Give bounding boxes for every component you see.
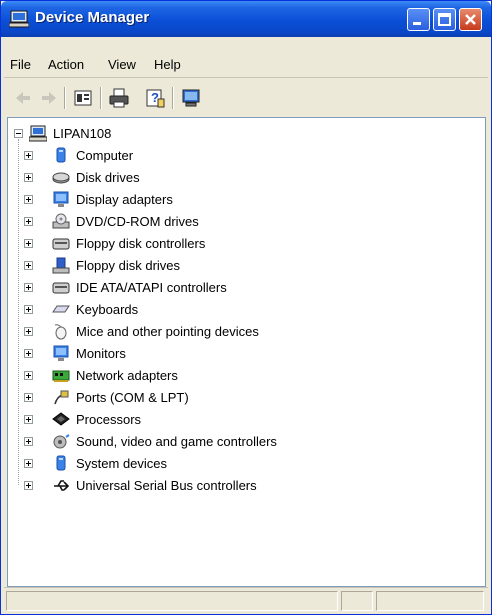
tree-item-label: Floppy disk controllers xyxy=(76,236,206,251)
toolbar-separator xyxy=(172,87,174,109)
help-icon[interactable]: ? xyxy=(144,87,166,109)
expand-toggle[interactable] xyxy=(24,261,33,270)
tree-root-label: LIPAN108 xyxy=(53,126,112,141)
expand-toggle[interactable] xyxy=(24,283,33,292)
usb-icon xyxy=(54,480,70,491)
tree-item-label: Monitors xyxy=(76,346,126,361)
sound-icon xyxy=(53,434,70,449)
tree-item-label: Sound, video and game controllers xyxy=(76,434,277,449)
toolbar-separator xyxy=(64,87,66,109)
tree-item-monitors[interactable]: Monitors xyxy=(12,343,312,363)
tree-item-label: Display adapters xyxy=(76,192,173,207)
menu-file[interactable]: File xyxy=(10,57,31,72)
system-device-icon xyxy=(56,455,66,471)
tree-item-label: Universal Serial Bus controllers xyxy=(76,478,257,493)
tree-item-network-adapters[interactable]: Network adapters xyxy=(12,365,312,385)
maximize-button[interactable] xyxy=(433,8,456,31)
tree-item-label: Network adapters xyxy=(76,368,178,383)
network-adapter-icon xyxy=(52,370,70,382)
keyboard-icon xyxy=(52,305,70,313)
computer-icon xyxy=(56,147,66,163)
tree-item-sound[interactable]: Sound, video and game controllers xyxy=(12,431,342,451)
tree-item-label: System devices xyxy=(76,456,168,471)
close-icon xyxy=(465,14,476,25)
toolbar: ? xyxy=(4,81,488,115)
status-pane xyxy=(376,591,484,611)
expand-toggle[interactable] xyxy=(24,217,33,226)
dvd-drive-icon xyxy=(52,213,70,229)
computer-icon xyxy=(29,125,47,142)
tree-item-floppy-controllers[interactable]: Floppy disk controllers xyxy=(12,233,312,253)
tree-item-display-adapters[interactable]: Display adapters xyxy=(12,189,312,209)
maximize-icon xyxy=(438,13,451,26)
device-icon[interactable] xyxy=(180,87,202,109)
tree-item-usb-controllers[interactable]: Universal Serial Bus controllers xyxy=(12,475,342,495)
title-bar[interactable]: Device Manager xyxy=(1,1,491,37)
menu-bar: File Action View Help xyxy=(4,52,488,78)
computer-icon xyxy=(9,10,29,28)
ide-controller-icon xyxy=(52,282,70,294)
tree-item-label: Keyboards xyxy=(76,302,139,317)
tree-item-floppy-drives[interactable]: Floppy disk drives xyxy=(12,255,312,275)
tree-item-label: Mice and other pointing devices xyxy=(76,324,259,339)
tree-root[interactable]: LIPAN108 xyxy=(12,123,212,143)
toolbar-separator xyxy=(100,87,102,109)
tree-item-keyboards[interactable]: Keyboards xyxy=(12,299,312,319)
properties-icon[interactable] xyxy=(72,87,94,109)
tree-item-label: Processors xyxy=(76,412,142,427)
monitor-icon xyxy=(53,345,69,361)
expand-toggle[interactable] xyxy=(24,349,33,358)
tree-item-processors[interactable]: Processors xyxy=(12,409,312,429)
tree-item-label: Computer xyxy=(76,148,134,163)
close-button[interactable] xyxy=(459,8,482,31)
display-adapter-icon xyxy=(53,191,69,207)
status-bar xyxy=(4,587,488,613)
tree-item-mice[interactable]: Mice and other pointing devices xyxy=(12,321,332,341)
expand-toggle[interactable] xyxy=(24,437,33,446)
tree-item-label: IDE ATA/ATAPI controllers xyxy=(76,280,227,295)
expand-toggle[interactable] xyxy=(24,195,33,204)
expand-toggle[interactable] xyxy=(24,173,33,182)
window-title: Device Manager xyxy=(35,9,150,26)
disk-drive-icon xyxy=(52,172,70,184)
print-icon[interactable] xyxy=(108,87,130,109)
tree-item-dvd-drives[interactable]: DVD/CD-ROM drives xyxy=(12,211,312,231)
expand-toggle[interactable] xyxy=(24,327,33,336)
expand-toggle[interactable] xyxy=(24,415,33,424)
status-pane-main xyxy=(6,591,338,611)
tree-item-disk-drives[interactable]: Disk drives xyxy=(12,167,312,187)
expand-toggle[interactable] xyxy=(24,481,33,490)
menu-action[interactable]: Action xyxy=(48,57,84,72)
forward-arrow-icon[interactable] xyxy=(38,87,60,109)
minimize-button[interactable] xyxy=(407,8,430,31)
tree-item-system-devices[interactable]: System devices xyxy=(12,453,312,473)
floppy-drive-icon xyxy=(52,257,70,274)
tree-item-label: Disk drives xyxy=(76,170,140,185)
status-pane xyxy=(341,591,373,611)
expand-toggle[interactable] xyxy=(24,305,33,314)
expand-toggle[interactable] xyxy=(24,459,33,468)
tree-item-ide-controllers[interactable]: IDE ATA/ATAPI controllers xyxy=(12,277,312,297)
tree-item-label: Ports (COM & LPT) xyxy=(76,390,189,405)
mouse-icon xyxy=(54,324,67,340)
minimize-icon xyxy=(413,22,421,25)
device-tree[interactable]: LIPAN108 Computer Disk drives Display ad… xyxy=(7,117,486,587)
tree-item-ports[interactable]: Ports (COM & LPT) xyxy=(12,387,312,407)
menu-help[interactable]: Help xyxy=(154,57,181,72)
menu-view[interactable]: View xyxy=(108,57,136,72)
collapse-toggle[interactable] xyxy=(14,129,23,138)
processor-icon xyxy=(52,412,70,426)
floppy-controller-icon xyxy=(52,238,70,250)
tree-item-label: Floppy disk drives xyxy=(76,258,181,273)
tree-item-label: DVD/CD-ROM drives xyxy=(76,214,199,229)
tree-item-computer[interactable]: Computer xyxy=(12,145,312,165)
expand-toggle[interactable] xyxy=(24,239,33,248)
expand-toggle[interactable] xyxy=(24,371,33,380)
device-manager-window: Device Manager File Action View Help ? L… xyxy=(0,0,492,615)
port-icon xyxy=(54,390,69,405)
expand-toggle[interactable] xyxy=(24,151,33,160)
back-arrow-icon[interactable] xyxy=(12,87,34,109)
expand-toggle[interactable] xyxy=(24,393,33,402)
